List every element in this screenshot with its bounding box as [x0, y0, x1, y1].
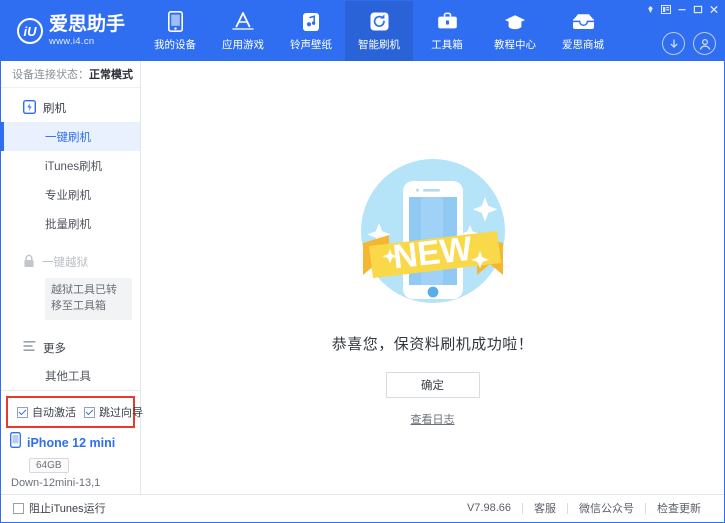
sidebar-item-itunes-flash[interactable]: iTunes刷机 [1, 151, 140, 180]
tab-my-device-label: 我的设备 [154, 37, 196, 52]
brand-text: 爱思助手 www.i4.cn [49, 15, 125, 47]
success-message: 恭喜您，保资料刷机成功啦！ [332, 333, 534, 354]
apps-icon [232, 11, 254, 33]
block-itunes-checkbox[interactable] [13, 503, 24, 514]
sidebar-group-flash[interactable]: 刷机 [1, 94, 140, 122]
brand-logo: iU 爱思助手 www.i4.cn [1, 1, 141, 61]
minimize-icon[interactable] [675, 3, 689, 15]
app-version: V7.98.66 [467, 502, 522, 514]
connected-device-name: iPhone 12 mini [27, 436, 115, 450]
i4-assistant-window: iU 爱思助手 www.i4.cn 我的设备 应用游戏 [0, 0, 725, 523]
app-header: iU 爱思助手 www.i4.cn 我的设备 应用游戏 [1, 1, 724, 61]
sidebar-group-more-label: 更多 [43, 340, 66, 356]
sidebar: 设备连接状态： 正常模式 刷机 一键刷机 iTunes刷机 专业刷机 [1, 61, 141, 494]
block-itunes-option[interactable]: 阻止iTunes运行 [13, 500, 106, 516]
tab-tutorial-center-label: 教程中心 [494, 37, 536, 52]
toolbox-icon [437, 11, 458, 33]
maximize-icon[interactable] [691, 3, 705, 15]
lock-icon [23, 254, 35, 271]
tab-my-device[interactable]: 我的设备 [141, 1, 209, 61]
check-update-link[interactable]: 检查更新 [646, 500, 712, 516]
main-content: NEW 恭喜您，保资料刷机成功啦！ 确定 查看日志 [141, 61, 724, 494]
store-icon [572, 11, 595, 33]
user-avatar-icon[interactable] [693, 32, 716, 55]
flash-device-icon [23, 100, 36, 117]
tab-aisi-store[interactable]: 爱思商城 [549, 1, 617, 61]
body-area: 设备连接状态： 正常模式 刷机 一键刷机 iTunes刷机 专业刷机 [1, 61, 724, 494]
sidebar-item-batch-flash-label: 批量刷机 [45, 216, 91, 232]
option-auto-activate-label: 自动激活 [32, 404, 76, 420]
brand-url: www.i4.cn [49, 37, 125, 47]
account-area [662, 32, 716, 55]
wechat-official-link[interactable]: 微信公众号 [568, 500, 645, 516]
device-capacity-badge: 64GB [29, 458, 69, 473]
phone-icon [168, 11, 183, 33]
sidebar-spacer-1 [1, 238, 140, 248]
window-controls [643, 3, 721, 15]
jailbreak-moved-tooltip: 越狱工具已转移至工具箱 [45, 278, 132, 320]
new-badge-phone-illustration: NEW [343, 139, 523, 319]
tab-toolbox-label: 工具箱 [431, 37, 463, 52]
connection-status: 设备连接状态： 正常模式 [1, 61, 140, 88]
sidebar-group-jailbreak: 一键越狱 [1, 248, 140, 276]
sidebar-item-batch-flash[interactable]: 批量刷机 [1, 209, 140, 238]
tab-aisi-store-label: 爱思商城 [562, 37, 604, 52]
music-icon [302, 11, 320, 33]
view-log-link[interactable]: 查看日志 [411, 411, 455, 427]
tab-ringtone-wallpaper[interactable]: 铃声壁纸 [277, 1, 345, 61]
status-bar: 阻止iTunes运行 V7.98.66 客服 微信公众号 检查更新 [1, 494, 724, 521]
sidebar-group-more[interactable]: 更多 [1, 334, 140, 362]
connection-status-value: 正常模式 [89, 66, 133, 82]
sidebar-item-other-tools-label: 其他工具 [45, 368, 91, 384]
connection-status-label: 设备连接状态： [12, 66, 89, 82]
sidebar-group-jailbreak-label: 一键越狱 [42, 254, 88, 270]
option-skip-wizard[interactable]: 跳过向导 [84, 404, 143, 420]
sidebar-item-itunes-flash-label: iTunes刷机 [45, 158, 102, 174]
gift-icon[interactable] [643, 3, 657, 15]
option-auto-activate[interactable]: 自动激活 [17, 404, 76, 420]
tab-apps-games[interactable]: 应用游戏 [209, 1, 277, 61]
confirm-button[interactable]: 确定 [386, 372, 480, 398]
sidebar-item-one-key-flash-label: 一键刷机 [45, 129, 91, 145]
brand-name: 爱思助手 [49, 15, 125, 34]
block-itunes-label: 阻止iTunes运行 [29, 500, 106, 516]
sidebar-item-one-key-flash[interactable]: 一键刷机 [1, 122, 140, 151]
connected-device[interactable]: iPhone 12 mini [1, 432, 140, 453]
download-circle-icon[interactable] [662, 32, 685, 55]
graduation-cap-icon [504, 11, 526, 33]
refresh-icon [370, 11, 389, 33]
tab-toolbox[interactable]: 工具箱 [413, 1, 481, 61]
option-skip-wizard-label: 跳过向导 [99, 404, 143, 420]
iphone-icon [10, 432, 21, 453]
tab-ringtone-wallpaper-label: 铃声壁纸 [290, 37, 332, 52]
sidebar-spacer-2 [1, 324, 140, 334]
tab-smart-flash-label: 智能刷机 [358, 37, 400, 52]
sidebar-footer: 自动激活 跳过向导 iPhone 12 mini 64GB Down-12min… [1, 390, 140, 494]
tab-tutorial-center[interactable]: 教程中心 [481, 1, 549, 61]
option-skip-wizard-checkbox[interactable] [84, 407, 95, 418]
status-bar-links: V7.98.66 客服 微信公众号 检查更新 [467, 500, 712, 516]
customer-service-link[interactable]: 客服 [523, 500, 567, 516]
list-icon [23, 340, 36, 355]
main-nav-tabs: 我的设备 应用游戏 铃声壁纸 智能刷机 [141, 1, 617, 61]
sidebar-item-pro-flash-label: 专业刷机 [45, 187, 91, 203]
brand-mark-icon: iU [17, 18, 43, 44]
sidebar-nav: 刷机 一键刷机 iTunes刷机 专业刷机 批量刷机 [1, 88, 140, 390]
sidebar-group-flash-label: 刷机 [43, 100, 66, 116]
tab-apps-games-label: 应用游戏 [222, 37, 264, 52]
device-identifier: Down-12mini-13,1 [11, 477, 140, 489]
feedback-icon[interactable] [659, 3, 673, 15]
sidebar-item-other-tools[interactable]: 其他工具 [1, 362, 140, 390]
close-icon[interactable] [707, 3, 721, 15]
tab-smart-flash[interactable]: 智能刷机 [345, 1, 413, 61]
option-auto-activate-checkbox[interactable] [17, 407, 28, 418]
sidebar-item-pro-flash[interactable]: 专业刷机 [1, 180, 140, 209]
flash-options-highlight: 自动激活 跳过向导 [6, 396, 135, 428]
